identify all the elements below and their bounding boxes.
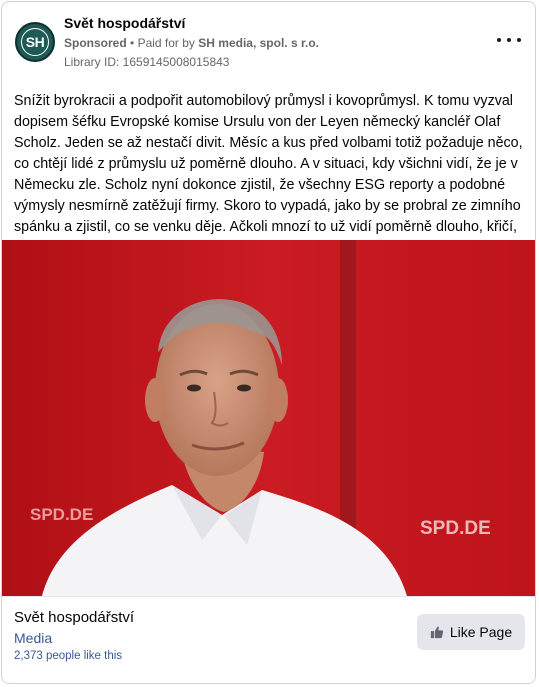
banner-text-left: SPD.DE [30,505,93,524]
page-name-link[interactable]: Svět hospodářství [64,15,185,31]
footer-likes-count[interactable]: 2,373 people like this [14,650,122,662]
page-avatar[interactable]: SH [15,22,55,62]
sponsored-label: Sponsored [64,36,127,50]
meta-separator: • [130,36,135,50]
ad-card: SH Svět hospodářství Sponsored • Paid fo… [1,1,536,684]
ad-image[interactable]: SPD.DE SPD.DE [2,240,535,596]
ad-header: SH Svět hospodářství Sponsored • Paid fo… [2,2,535,82]
thumbs-up-icon [430,626,444,639]
ad-footer: Svět hospodářství Media 2,373 people lik… [2,596,535,683]
like-page-button[interactable]: Like Page [417,614,525,650]
like-page-label: Like Page [449,624,513,640]
banner-text-right: SPD.DE [420,518,491,539]
more-horizontal-icon [497,38,501,42]
more-options-button[interactable] [497,30,521,50]
more-horizontal-icon [517,38,521,42]
avatar-initials: SH [25,34,45,50]
ad-body-text: Snížit byrokracii a podpořit automobilov… [14,93,523,256]
more-horizontal-icon [507,38,511,42]
sponsored-line: Sponsored • Paid for by SH media, spol. … [64,36,319,50]
footer-page-name[interactable]: Svět hospodářství [14,609,134,626]
advertiser-name: SH media, spol. s r.o. [198,36,319,50]
library-id: Library ID: 1659145008015843 [64,55,230,69]
ad-photo: SPD.DE SPD.DE [2,240,535,596]
footer-category[interactable]: Media [14,630,52,646]
paid-for-prefix: Paid for by [137,36,195,50]
